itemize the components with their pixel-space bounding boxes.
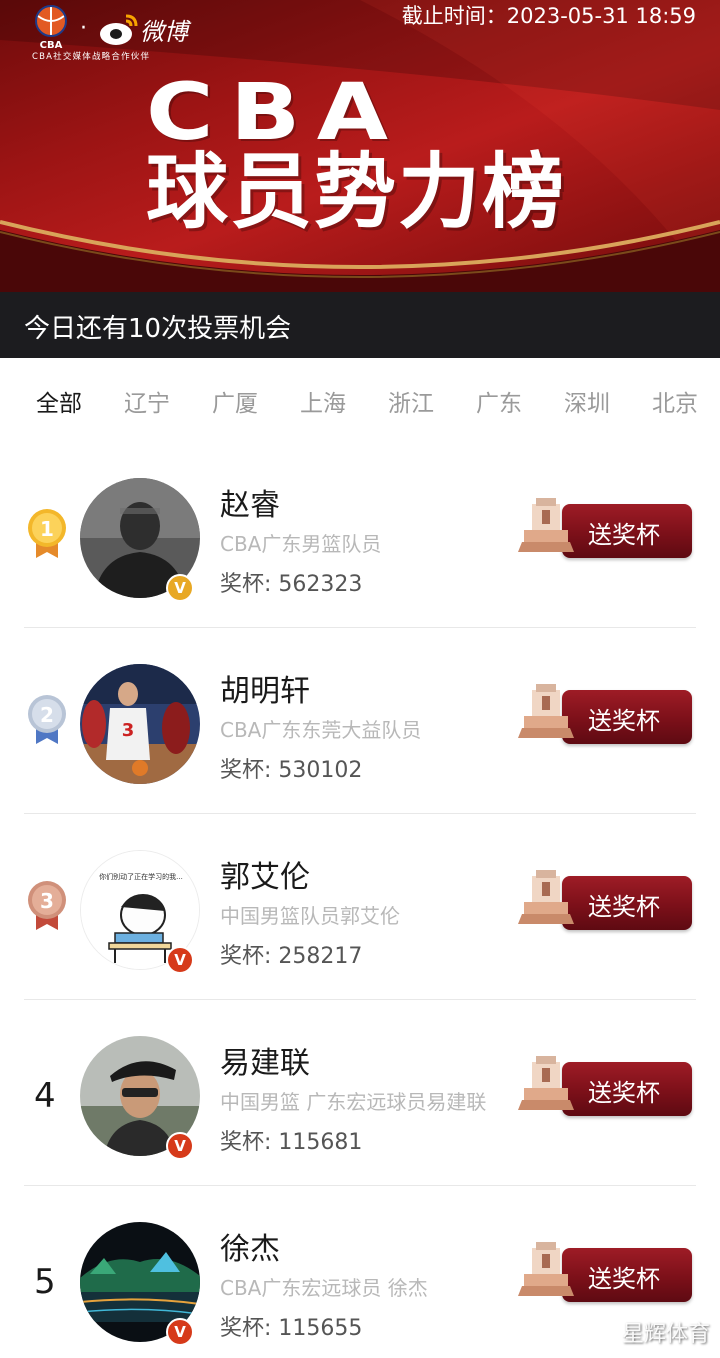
tab-guangdong[interactable]: 广东 bbox=[476, 384, 522, 418]
verified-badge-icon: V bbox=[166, 946, 194, 974]
avatar[interactable]: 3 bbox=[80, 664, 200, 784]
gold-medal-icon: 1 bbox=[28, 509, 66, 558]
list-divider bbox=[24, 627, 696, 628]
verified-badge-icon: V bbox=[166, 1132, 194, 1160]
player-name[interactable]: 徐杰 bbox=[220, 1224, 280, 1268]
send-trophy-button[interactable]: 送奖杯 bbox=[514, 1234, 694, 1304]
send-trophy-button[interactable]: 送奖杯 bbox=[514, 1048, 694, 1118]
cba-logo-icon: CBA bbox=[35, 5, 67, 50]
rank-number: 4 bbox=[34, 1076, 56, 1116]
partner-text: CBA社交媒体战略合作伙伴 bbox=[32, 52, 151, 62]
player-description: CBA广东男篮队员 bbox=[220, 532, 382, 556]
logo-separator: · bbox=[80, 16, 87, 41]
player-row[interactable]: 3 你们别动了正在学习的我... V 郭艾伦 中国男篮队员郭艾伦 奖杯: 258… bbox=[0, 820, 720, 1006]
player-name[interactable]: 胡明轩 bbox=[220, 666, 310, 710]
watermark: 星辉体育 bbox=[621, 1322, 710, 1347]
cba-logo-text: CBA bbox=[40, 40, 63, 50]
trophy-count: 奖杯: 115681 bbox=[220, 1130, 363, 1155]
trophy-icon bbox=[518, 684, 574, 738]
title-cba: CBA bbox=[146, 68, 405, 158]
player-description: CBA广东东莞大益队员 bbox=[220, 718, 422, 742]
player-row[interactable]: 4 V 易建联 中国男篮 广东宏远球员易建联 奖杯: 115681 送奖杯 bbox=[0, 1006, 720, 1192]
player-row[interactable]: 1 V 赵睿 CBA广东男篮队员 奖杯: 562323 送奖杯 bbox=[0, 448, 720, 634]
player-name[interactable]: 赵睿 bbox=[220, 480, 280, 524]
verified-badge-icon: V bbox=[166, 1318, 194, 1346]
vote-count-text: 今日还有10次投票机会 bbox=[24, 314, 292, 344]
player-description: 中国男篮队员郭艾伦 bbox=[220, 904, 400, 928]
trophy-icon bbox=[518, 498, 574, 552]
avatar-caption: 你们别动了正在学习的我... bbox=[99, 872, 183, 881]
player-name[interactable]: 郭艾伦 bbox=[220, 852, 310, 896]
list-divider bbox=[24, 999, 696, 1000]
rank-number: 1 bbox=[40, 517, 54, 541]
rank-number: 5 bbox=[34, 1262, 56, 1302]
rank-number: 2 bbox=[40, 703, 54, 727]
header-banner: CBA · 微博 CBA社交媒体战略合作伙伴 截止时间：2023-05-31 1… bbox=[0, 0, 720, 358]
trophy-count: 奖杯: 115655 bbox=[220, 1316, 363, 1341]
deadline-text: 截止时间：2023-05-31 18:59 bbox=[401, 4, 696, 28]
send-trophy-label: 送奖杯 bbox=[588, 1265, 660, 1293]
team-filter-tabs: 全部 辽宁 广厦 上海 浙江 广东 深圳 北京 bbox=[0, 358, 720, 448]
trophy-icon bbox=[518, 1056, 574, 1110]
trophy-icon bbox=[518, 870, 574, 924]
player-description: 中国男篮 广东宏远球员易建联 bbox=[220, 1090, 487, 1114]
trophy-count: 奖杯: 258217 bbox=[220, 944, 363, 969]
trophy-count: 奖杯: 562323 bbox=[220, 572, 363, 597]
trophy-icon bbox=[518, 1242, 574, 1296]
weibo-logo-icon bbox=[100, 14, 138, 45]
partner-logos: CBA · 微博 CBA社交媒体战略合作伙伴 bbox=[30, 4, 210, 64]
tab-shenzhen[interactable]: 深圳 bbox=[564, 384, 610, 418]
svg-text:3: 3 bbox=[122, 720, 135, 741]
player-name[interactable]: 易建联 bbox=[220, 1038, 310, 1082]
silver-medal-icon: 2 bbox=[28, 695, 66, 744]
send-trophy-button[interactable]: 送奖杯 bbox=[514, 862, 694, 932]
player-row[interactable]: 5 V 徐杰 CBA广东宏远球员 徐杰 奖杯: 115655 送奖杯 bbox=[0, 1192, 720, 1358]
verified-badge-icon: V bbox=[166, 574, 194, 602]
tab-zhejiang[interactable]: 浙江 bbox=[388, 384, 434, 418]
bronze-medal-icon: 3 bbox=[28, 881, 66, 930]
send-trophy-label: 送奖杯 bbox=[588, 707, 660, 735]
send-trophy-label: 送奖杯 bbox=[588, 893, 660, 921]
player-row[interactable]: 2 3 胡明轩 CBA广东东莞大益队员 奖杯: 530102 送奖杯 bbox=[0, 634, 720, 820]
list-divider bbox=[24, 813, 696, 814]
tab-liaoning[interactable]: 辽宁 bbox=[124, 384, 170, 418]
player-description: CBA广东宏远球员 徐杰 bbox=[220, 1276, 428, 1300]
list-divider bbox=[24, 1185, 696, 1186]
page-title: 球员势力榜 bbox=[146, 145, 567, 240]
tab-shanghai[interactable]: 上海 bbox=[300, 384, 346, 418]
send-trophy-button[interactable]: 送奖杯 bbox=[514, 676, 694, 746]
send-trophy-label: 送奖杯 bbox=[588, 1079, 660, 1107]
rank-number: 3 bbox=[40, 889, 54, 913]
tab-guangsha[interactable]: 广厦 bbox=[212, 384, 258, 418]
trophy-count: 奖杯: 530102 bbox=[220, 758, 363, 783]
weibo-text: 微博 bbox=[140, 18, 188, 46]
tab-beijing[interactable]: 北京 bbox=[652, 384, 698, 418]
tab-all[interactable]: 全部 bbox=[36, 384, 82, 418]
send-trophy-label: 送奖杯 bbox=[588, 521, 660, 549]
send-trophy-button[interactable]: 送奖杯 bbox=[514, 490, 694, 560]
